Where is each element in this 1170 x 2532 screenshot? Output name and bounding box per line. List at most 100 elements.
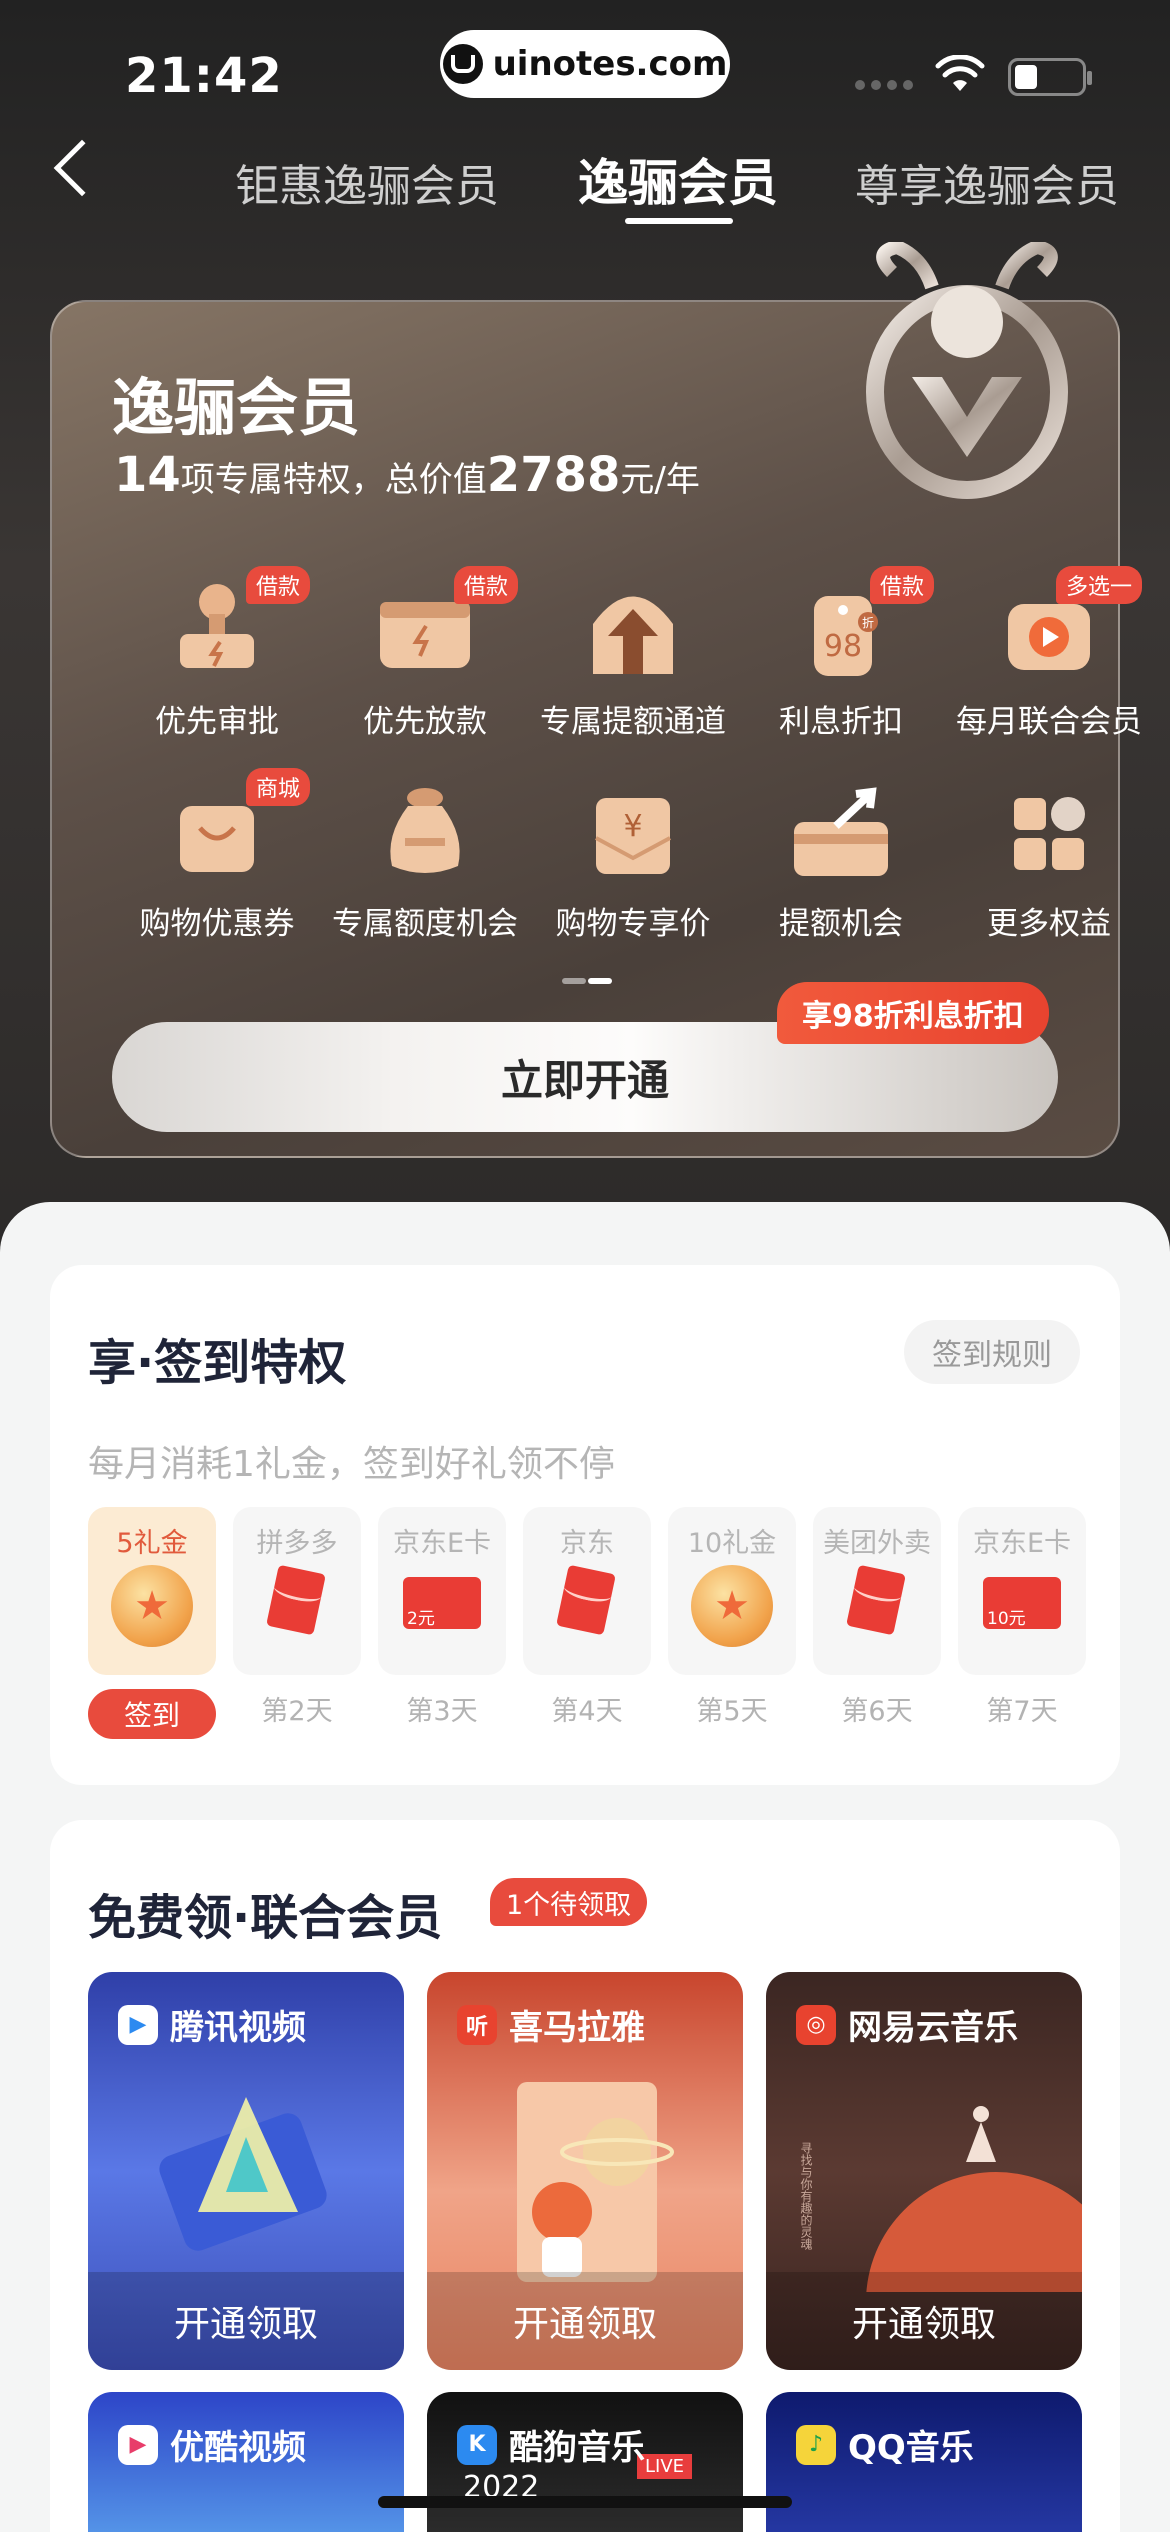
privilege-item[interactable]: 借款 优先审批 [112,566,322,741]
vip-card-tencent-video[interactable]: ▶ 腾讯视频 开通领取 [88,1972,404,2370]
discount-zhe-text: 折 [862,615,874,630]
checkin-day-3[interactable]: 京东E卡 2元 第3天 [378,1507,506,1728]
red-packet-icon [266,1564,326,1636]
tab-premium-plus[interactable]: 钜惠逸骊会员 [235,150,499,214]
card-subtitle: 14项专属特权，总价值2788元/年 [114,447,700,503]
privilege-label: 专属额度机会 [332,906,518,942]
privilege-label: 每月联合会员 [956,704,1142,740]
privilege-label: 专属提额通道 [540,704,726,740]
coin-icon [111,1565,193,1647]
reward-name: 京东E卡 [392,1528,492,1559]
reward-name: 10礼金 [687,1528,777,1559]
day-label: 第4天 [551,1696,623,1727]
tab-exclusive[interactable]: 尊享逸骊会员 [855,150,1119,214]
vip-card-qq-music[interactable]: ♪ QQ音乐 [766,2392,1082,2532]
qq-music-logo-icon: ♪ [796,2424,836,2465]
privilege-tag: 商城 [245,768,310,806]
checkin-day-1[interactable]: 5礼金 签到 [88,1507,216,1739]
checkin-title: 享·签到特权 [88,1335,347,1391]
privilege-item[interactable]: 专属提额通道 [528,574,738,741]
red-packet-icon [556,1564,616,1636]
discount-tag-icon: 98 折 借款 [786,566,934,684]
video-play-icon: 多选一 [994,566,1142,684]
checkin-day-6[interactable]: 美团外卖 第6天 [813,1507,941,1728]
checkin-panel: 享·签到特权 签到规则 每月消耗1礼金，签到好礼领不停 5礼金 签到 拼多多 第… [50,1265,1120,1785]
tab-active-indicator [625,218,733,224]
privilege-item[interactable]: 98 折 借款 利息折扣 [736,566,946,741]
card-title: 逸骊会员 [112,371,361,444]
claim-button[interactable]: 开通领取 [88,2272,404,2370]
reward-name: 拼多多 [256,1528,338,1559]
joint-membership-panel: 免费领·联合会员 1个待领取 ▶ 腾讯视频 开通领取 听喜马拉雅 开通领取 寻找与… [50,1820,1120,2532]
youku-logo-icon: ▶ [118,2424,158,2465]
reward-name: 美团外卖 [823,1528,931,1559]
page-indicator [562,978,612,984]
card-up-icon [786,776,896,886]
checkin-day-5[interactable]: 10礼金 第5天 [668,1507,796,1728]
privilege-item[interactable]: 借款 优先放款 [320,566,530,741]
tencent-video-logo-icon: ▶ [118,2004,158,2045]
checkin-day-4[interactable]: 京东 第4天 [523,1507,651,1728]
privilege-label: 购物优惠券 [139,906,295,942]
checkin-description: 每月消耗1礼金，签到好礼领不停 [88,1444,615,1485]
kugou-live-tag: LIVE [637,2454,693,2479]
vip-name: 优酷视频 [170,2428,306,2468]
wallet-icon: 借款 [370,566,518,684]
privilege-label: 优先放款 [363,704,487,740]
privilege-tag: 多选一 [1055,566,1142,604]
privilege-label: 利息折扣 [779,704,903,740]
privilege-item[interactable]: 专属额度机会 [320,776,530,943]
checkin-day-2[interactable]: 拼多多 第2天 [233,1507,361,1728]
url-text: uinotes.com [492,44,728,84]
privilege-count: 14 [114,447,181,503]
vip-card-kugou[interactable]: 2022 LIVE K 酷狗音乐 [427,2392,743,2532]
netease-poem: 寻找与你有趣的灵魂 [799,2142,813,2250]
privilege-tag: 借款 [453,566,518,604]
battery-icon [1008,58,1092,96]
privilege-item[interactable]: 提额机会 [736,776,946,943]
day-label: 第6天 [841,1696,913,1727]
privilege-label: 优先审批 [155,704,279,740]
privilege-item[interactable]: 商城 购物优惠券 [112,768,322,943]
privilege-label: 购物专享价 [555,906,711,942]
home-indicator[interactable] [378,2496,792,2508]
grid-icon [994,776,1104,886]
checkin-day-7[interactable]: 京东E卡 10元 第7天 [958,1507,1086,1728]
signal-icon [855,80,913,90]
privilege-tag: 借款 [245,566,310,604]
privilege-item[interactable]: 多选一 每月联合会员 [944,566,1154,741]
vip-card-youku[interactable]: ▶ 优酷视频 [88,2392,404,2532]
uinotes-logo-icon [442,44,483,84]
ximalaya-logo-icon: 听 [457,2004,497,2045]
money-bag-icon [370,776,480,886]
kugou-logo-icon: K [457,2424,497,2465]
vip-name: 酷狗音乐 [509,2428,645,2468]
stamp-icon: 借款 [162,566,310,684]
vip-card-ximalaya[interactable]: 听喜马拉雅 开通领取 [427,1972,743,2370]
ximalaya-art-icon [517,2082,674,2282]
claim-button[interactable]: 开通领取 [427,2272,743,2370]
privilege-item[interactable]: 更多权益 [944,776,1154,943]
day-label: 第2天 [261,1696,333,1727]
member-ring-logo-icon [866,242,1068,499]
signin-button[interactable]: 签到 [88,1689,216,1739]
url-pill[interactable]: uinotes.com [440,30,730,98]
netease-music-logo-icon: ◎ [796,2004,836,2045]
day-label: 第7天 [986,1696,1058,1727]
shopping-bag-icon: 商城 [162,768,310,886]
checkin-rules-button[interactable]: 签到规则 [904,1320,1080,1384]
claim-button[interactable]: 开通领取 [766,2272,1082,2370]
privilege-label: 更多权益 [987,906,1111,942]
tencent-video-art-icon [159,2097,327,2251]
red-packet-icon [846,1564,906,1636]
pending-badge: 1个待领取 [490,1878,648,1926]
privilege-tag: 借款 [869,566,934,604]
vip-name: 腾讯视频 [170,2008,306,2048]
privilege-label: 提额机会 [779,906,903,942]
vip-card-netease-music[interactable]: 寻找与你有趣的灵魂 ◎ 网易云音乐 开通领取 [766,1972,1082,2370]
member-card: 逸骊会员 14项专属特权，总价值2788元/年 借款 优先审批 借款 优先放款 … [50,242,1142,1158]
vip-name: 网易云音乐 [848,2008,1018,2048]
privilege-item[interactable]: ¥ 购物专享价 [528,776,738,943]
tab-member[interactable]: 逸骊会员 [578,143,778,215]
total-value: 2788 [486,447,621,503]
